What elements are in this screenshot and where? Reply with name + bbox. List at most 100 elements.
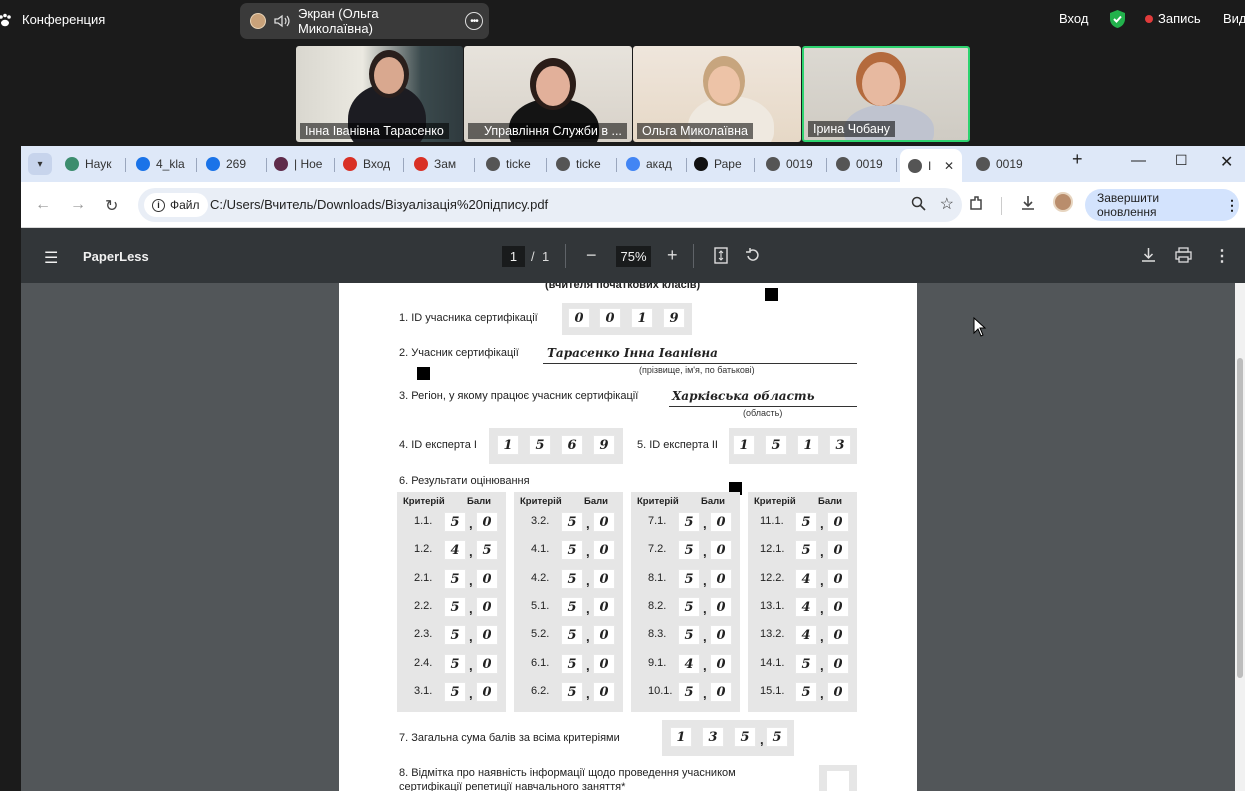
participant-face xyxy=(536,66,570,106)
zoom-out-icon[interactable]: − xyxy=(586,245,597,266)
score-decimal-cell: 0 xyxy=(710,597,732,617)
score-decimal-cell: 0 xyxy=(476,569,498,589)
address-bar[interactable]: i Файл C:/Users/Вчитель/Downloads/Візуал… xyxy=(138,188,962,222)
tab-favicon-icon xyxy=(136,157,150,171)
browser-tab[interactable]: 0019 xyxy=(976,153,1026,175)
scrollbar-thumb[interactable] xyxy=(1237,358,1243,678)
tab-favicon-icon xyxy=(694,157,708,171)
page-number-input[interactable]: 1 xyxy=(502,246,525,267)
score-decimal-cell: 0 xyxy=(593,540,615,560)
zoom-app-title: Конференция xyxy=(0,12,105,27)
score-integer-cell: 5 xyxy=(678,540,700,560)
reload-icon[interactable]: ↻ xyxy=(105,196,118,216)
tab-label: 0019 xyxy=(996,157,1023,171)
tab-separator xyxy=(616,158,617,172)
speaker-icon xyxy=(274,14,290,28)
score-comma: , xyxy=(586,629,590,644)
more-options-icon[interactable]: ••• xyxy=(465,12,483,30)
close-tab-icon[interactable]: ✕ xyxy=(944,159,954,173)
forward-icon[interactable]: → xyxy=(70,196,86,214)
profile-avatar[interactable] xyxy=(1053,192,1073,212)
score-integer-cell: 5 xyxy=(795,682,817,702)
score-integer-cell: 5 xyxy=(561,682,583,702)
toolbar-divider xyxy=(1001,197,1002,215)
tab-search-button[interactable]: ▾ xyxy=(28,153,52,175)
score-integer-cell: 5 xyxy=(795,654,817,674)
browser-tab[interactable]: 0019 xyxy=(766,153,816,175)
browser-tab[interactable]: Раре xyxy=(694,153,744,175)
score-integer-cell: 5 xyxy=(795,540,817,560)
browser-window: ▾ Наук 4_kla 269 | Ное Вход Зам ticke ticke акад… xyxy=(21,146,1245,791)
finish-update-button[interactable]: Завершити оновлення ⋮ xyxy=(1085,189,1239,221)
score-comma: , xyxy=(703,544,707,559)
print-icon[interactable] xyxy=(1175,247,1192,263)
browser-tab[interactable]: I ✕ xyxy=(900,149,962,182)
digit-cell: 9 xyxy=(593,435,615,455)
participant-tile-1[interactable]: Інна Іванівна Тарасенко xyxy=(296,46,463,142)
minimize-button[interactable]: — xyxy=(1131,152,1146,169)
criterion-number: 8.1. xyxy=(648,572,667,584)
pdf-scrollbar[interactable] xyxy=(1235,283,1245,791)
zoom-magnifier-icon[interactable] xyxy=(911,196,926,211)
screen-share-pill[interactable]: Экран (Ольга Миколаївна) ••• xyxy=(240,3,489,39)
score-decimal-cell: 0 xyxy=(593,654,615,674)
sharer-avatar xyxy=(250,13,266,29)
record-button[interactable]: Запись xyxy=(1145,11,1201,26)
fit-page-icon[interactable] xyxy=(714,247,728,264)
score-comma: , xyxy=(820,658,824,673)
site-info-chip[interactable]: i Файл xyxy=(144,193,208,217)
q2-underline xyxy=(543,363,857,364)
tab-favicon-icon xyxy=(908,158,922,173)
score-comma: , xyxy=(469,573,473,588)
criterion-number: 14.1. xyxy=(760,657,785,669)
tab-separator xyxy=(546,158,547,172)
maximize-button[interactable]: ☐ xyxy=(1175,152,1188,169)
browser-tab[interactable]: 269 xyxy=(206,153,256,175)
pdf-canvas-area[interactable]: (вчителя початкових класів) 1. ID учасни… xyxy=(21,283,1245,791)
score-comma: , xyxy=(586,686,590,701)
pdf-more-icon[interactable]: ⋮ xyxy=(1214,246,1230,266)
bookmark-star-icon[interactable]: ☆ xyxy=(940,194,954,214)
criterion-number: 5.2. xyxy=(531,628,550,640)
downloads-icon[interactable] xyxy=(1019,194,1037,212)
score-integer-cell: 4 xyxy=(795,597,817,617)
tab-favicon-icon xyxy=(836,157,850,171)
new-tab-button[interactable]: + xyxy=(1072,149,1083,170)
score-integer-cell: 5 xyxy=(678,682,700,702)
participant-tile-3[interactable]: Ольга Миколаївна xyxy=(633,46,801,142)
browser-tab[interactable]: ticke xyxy=(486,153,536,175)
browser-tab[interactable]: Зам xyxy=(414,153,464,175)
browser-tab[interactable]: ticke xyxy=(556,153,606,175)
score-comma: , xyxy=(703,658,707,673)
close-window-button[interactable]: ✕ xyxy=(1220,152,1233,172)
zoom-in-icon[interactable]: + xyxy=(667,245,678,266)
extensions-icon[interactable] xyxy=(968,194,986,212)
marker-square xyxy=(765,288,778,301)
url-text[interactable]: C:/Users/Вчитель/Downloads/Візуалізація%… xyxy=(210,197,548,212)
kebab-menu-icon[interactable]: ⋮ xyxy=(1225,197,1239,214)
participant-tile-2[interactable]: Управління Служби в ... xyxy=(464,46,632,142)
score-decimal-cell: 0 xyxy=(710,654,732,674)
login-button[interactable]: Вход xyxy=(1059,11,1088,26)
tab-label: Вход xyxy=(363,157,391,171)
tab-favicon-icon xyxy=(556,157,570,171)
score-integer-cell: 4 xyxy=(795,569,817,589)
criterion-number: 12.2. xyxy=(760,572,785,584)
browser-tab[interactable]: | Ное xyxy=(274,153,324,175)
q1-label: 1. ID учасника сертифікації xyxy=(399,312,538,324)
shield-icon[interactable] xyxy=(1108,9,1127,29)
view-button[interactable]: Вид xyxy=(1223,11,1245,26)
tab-favicon-icon xyxy=(486,157,500,171)
browser-tab[interactable]: Вход xyxy=(343,153,393,175)
rotate-icon[interactable] xyxy=(744,247,761,264)
browser-tab[interactable]: 4_kla xyxy=(136,153,186,175)
browser-tab[interactable]: акад xyxy=(626,153,676,175)
participant-tile-4-active-speaker[interactable]: Ірина Чобану xyxy=(802,46,970,142)
zoom-level-input[interactable]: 75% xyxy=(616,246,651,267)
browser-tab[interactable]: Наук xyxy=(65,153,115,175)
hamburger-menu-icon[interactable]: ☰ xyxy=(44,248,58,268)
criterion-number: 2.3. xyxy=(414,628,433,640)
browser-tab[interactable]: 0019 xyxy=(836,153,886,175)
back-icon[interactable]: ← xyxy=(35,196,51,214)
pdf-download-icon[interactable] xyxy=(1141,247,1156,263)
